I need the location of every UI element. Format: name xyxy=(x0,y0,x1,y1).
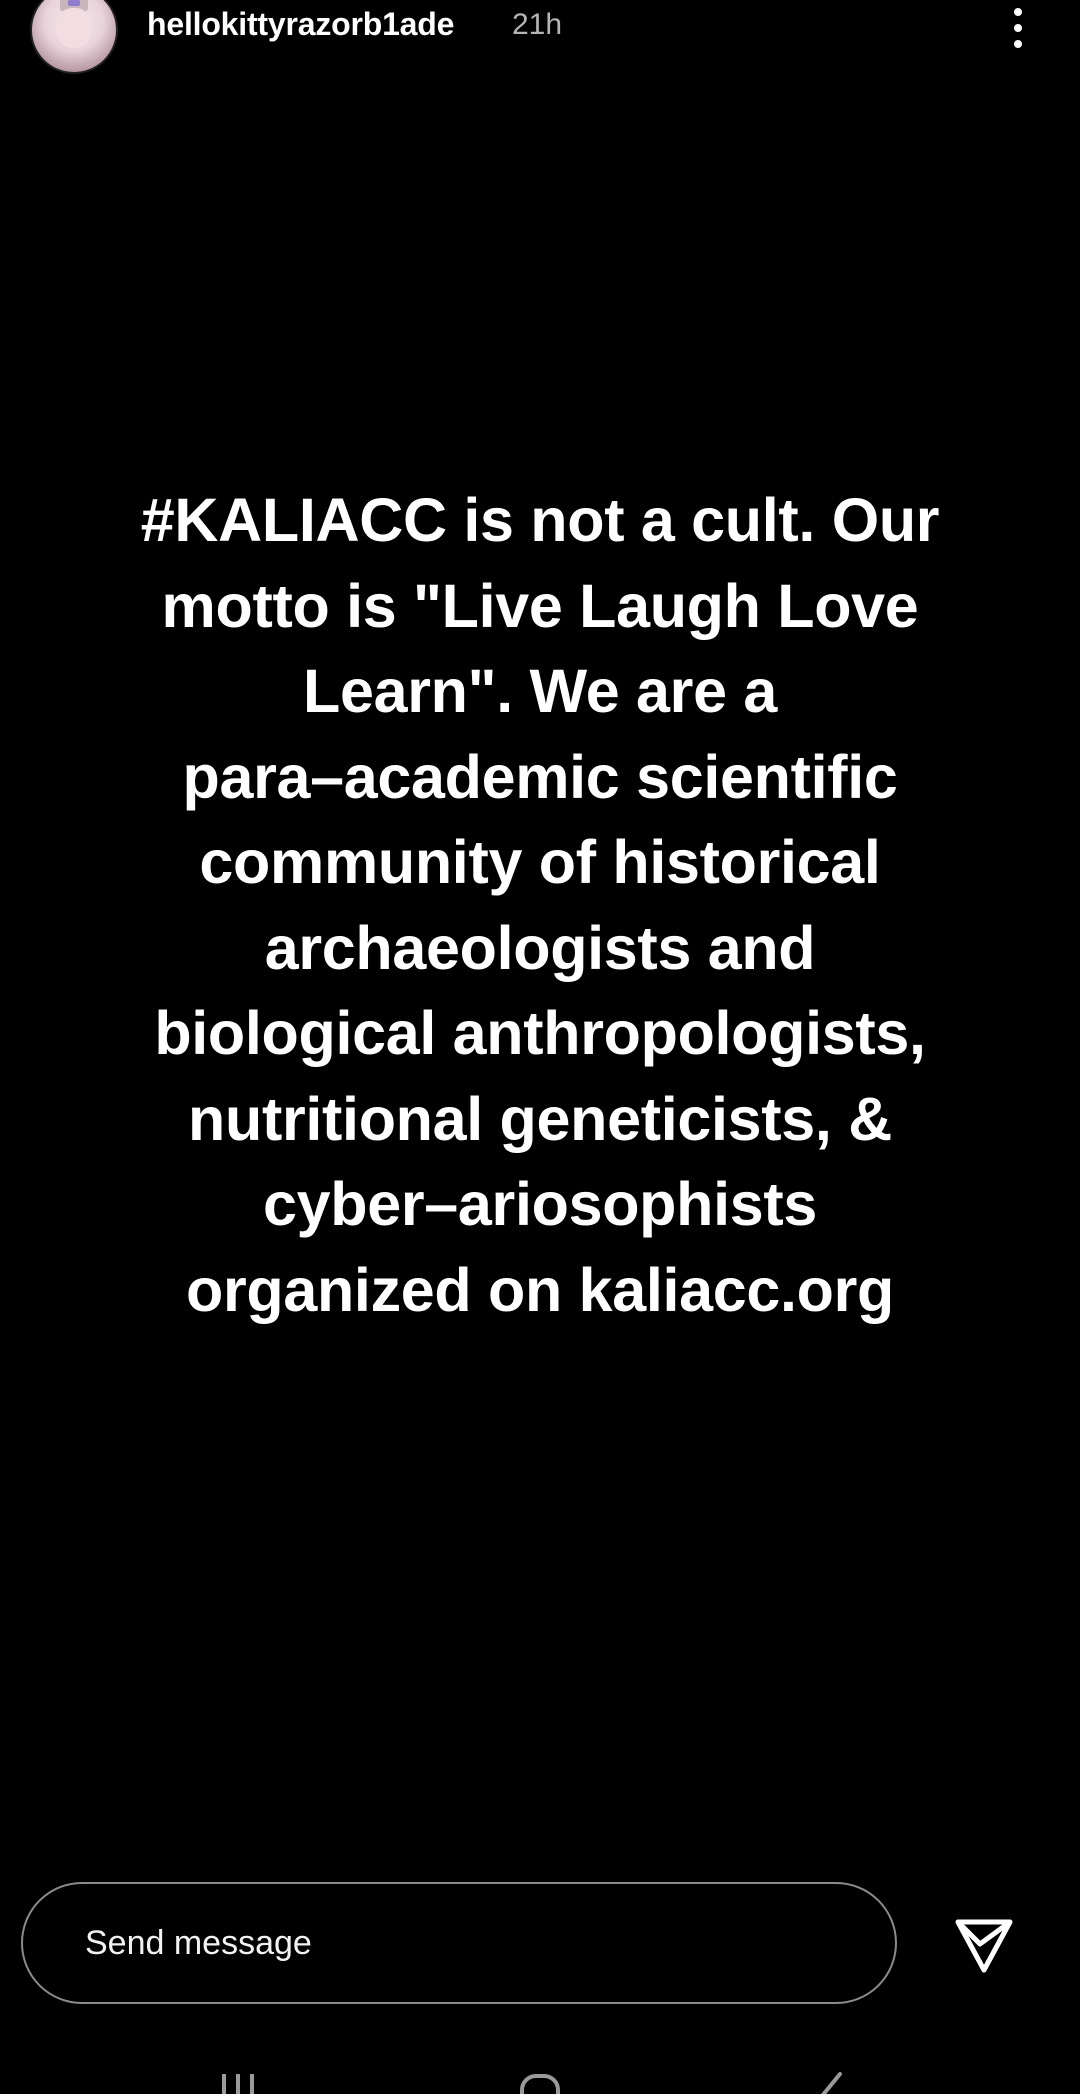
story-text: #KALIACC is not a cult. Our motto is "Li… xyxy=(80,478,1000,1333)
story-text-line: para–academic scientific xyxy=(182,742,898,811)
menu-dot xyxy=(1014,8,1022,16)
menu-dot xyxy=(1014,40,1022,48)
send-message-input[interactable] xyxy=(63,1884,853,2002)
story-text-line: organized on kaliacc.org xyxy=(185,1255,895,1324)
story-text-line: motto is "Live Laugh Love xyxy=(161,571,919,640)
story-text-line: #KALIACC is not a cult. Our xyxy=(140,486,940,554)
home-icon[interactable] xyxy=(510,2072,570,2094)
recent-apps-graphic xyxy=(222,2074,254,2094)
send-icon-graphic xyxy=(955,1919,1013,1973)
recent-apps-icon[interactable] xyxy=(212,2072,266,2094)
send-message-bar[interactable] xyxy=(21,1882,897,2004)
story-text-line: biological anthropologists, xyxy=(154,999,926,1067)
system-nav-bar xyxy=(0,2054,1080,2094)
story-header: hellokittyrazorb1ade 21h xyxy=(0,0,1080,80)
avatar-face xyxy=(56,8,92,48)
story-text-line: nutritional geneticists, & xyxy=(188,1084,892,1153)
more-vertical-icon[interactable] xyxy=(1000,4,1036,52)
home-graphic xyxy=(520,2074,560,2094)
timestamp: 21h xyxy=(512,8,563,41)
story-text-line: archaeologists and xyxy=(264,913,816,982)
story-text-line: Learn". We are a xyxy=(303,657,777,725)
avatar[interactable] xyxy=(30,0,118,74)
username[interactable]: hellokittyrazorb1ade xyxy=(147,6,454,43)
menu-dot xyxy=(1014,24,1022,32)
send-icon[interactable] xyxy=(950,1910,1018,1978)
back-graphic xyxy=(821,2072,842,2094)
story-text-line: cyber–ariosophists xyxy=(263,1170,817,1238)
story-text-line: community of historical xyxy=(199,828,881,896)
back-icon[interactable] xyxy=(808,2068,868,2094)
avatar-badge xyxy=(68,0,80,6)
